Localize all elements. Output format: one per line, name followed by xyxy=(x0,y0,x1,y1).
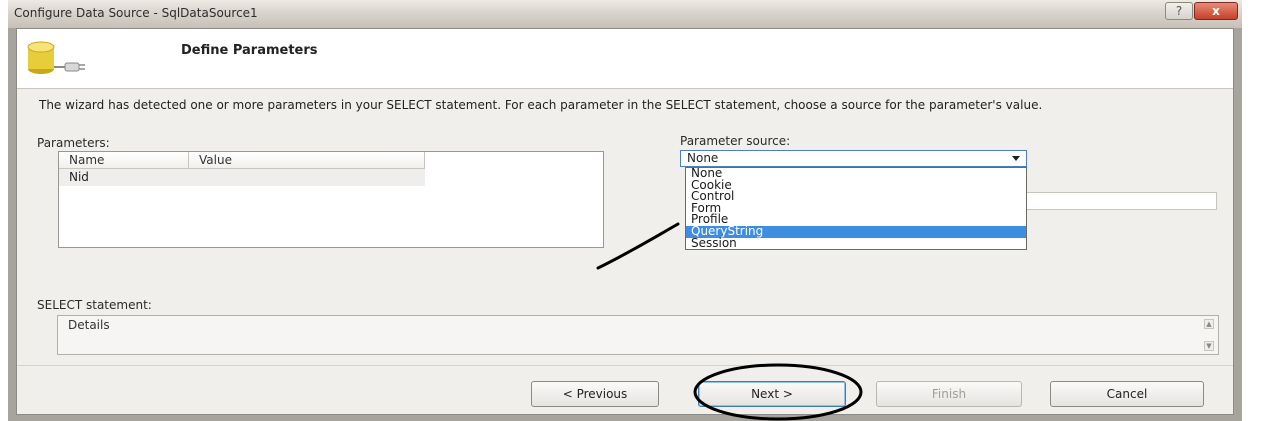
dialog-body: Define Parameters The wizard has detecte… xyxy=(16,28,1234,415)
window-title: Configure Data Source - SqlDataSource1 xyxy=(14,6,258,20)
title-bar: Configure Data Source - SqlDataSource1 ?… xyxy=(8,0,1242,28)
parameter-source-dropdown[interactable]: None xyxy=(680,150,1027,167)
previous-button[interactable]: < Previous xyxy=(531,381,659,407)
parameter-source-label: Parameter source: xyxy=(680,134,791,148)
dialog-window: Configure Data Source - SqlDataSource1 ?… xyxy=(8,0,1242,421)
dropdown-option-session[interactable]: Session xyxy=(686,237,1026,250)
close-button[interactable]: x xyxy=(1194,2,1238,20)
wizard-header: Define Parameters xyxy=(17,29,1233,89)
grid-header: Name Value xyxy=(59,152,603,169)
chevron-down-icon[interactable] xyxy=(1012,156,1020,161)
dropdown-option-none[interactable]: None xyxy=(686,167,1026,180)
parameter-source-selected: None xyxy=(687,151,719,165)
select-statement-text: Details xyxy=(68,318,110,332)
parameters-grid[interactable]: Name Value Nid xyxy=(58,151,604,248)
dropdown-option-querystring[interactable]: QueryString xyxy=(686,225,1026,238)
next-button[interactable]: Next > xyxy=(698,381,846,407)
dropdown-option-cookie[interactable]: Cookie xyxy=(686,179,1026,192)
parameter-source-list[interactable]: None Cookie Control Form Profile QuerySt… xyxy=(685,167,1027,250)
parameter-value-cell xyxy=(189,169,425,186)
dropdown-option-form[interactable]: Form xyxy=(686,202,1026,215)
dropdown-option-control[interactable]: Control xyxy=(686,190,1026,203)
table-row[interactable]: Nid xyxy=(59,169,425,186)
page-title: Define Parameters xyxy=(181,43,318,58)
scroll-up-icon[interactable]: ▲ xyxy=(1204,319,1214,329)
database-icon xyxy=(27,41,85,74)
help-button[interactable]: ? xyxy=(1165,2,1193,20)
default-value-field[interactable] xyxy=(1025,192,1217,210)
column-header-value[interactable]: Value xyxy=(189,152,425,169)
parameter-name-cell: Nid xyxy=(69,170,89,184)
footer-divider xyxy=(17,365,1233,366)
finish-button[interactable]: Finish xyxy=(876,381,1022,407)
intro-text: The wizard has detected one or more para… xyxy=(39,98,1043,112)
parameters-label: Parameters: xyxy=(37,136,110,150)
cancel-button[interactable]: Cancel xyxy=(1050,381,1204,407)
select-statement-box[interactable]: Details ▲ ▼ xyxy=(57,315,1219,355)
select-statement-label: SELECT statement: xyxy=(37,298,152,312)
column-header-name[interactable]: Name xyxy=(59,152,189,169)
scroll-down-icon[interactable]: ▼ xyxy=(1204,341,1214,351)
